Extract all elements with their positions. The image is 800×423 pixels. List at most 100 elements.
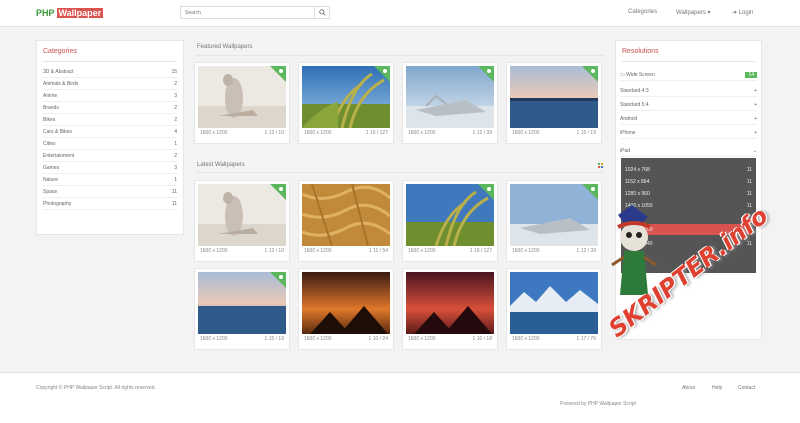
resolution-text: 1600 x 1200 bbox=[512, 336, 540, 342]
category-label: 3D & Abstract bbox=[43, 68, 74, 75]
wallpaper-thumbnail[interactable] bbox=[302, 184, 390, 246]
wallpaper-card[interactable]: 1600 x 1200 1 10 / 24 bbox=[298, 268, 394, 350]
expand-icon: + bbox=[754, 87, 757, 94]
category-item[interactable]: Brands 2 bbox=[43, 102, 177, 114]
wallpaper-thumbnail[interactable] bbox=[406, 66, 494, 128]
category-count: 2 bbox=[174, 116, 177, 123]
resolution-group[interactable]: Standard 5:4 + bbox=[620, 99, 757, 111]
resolution-group-label: iPhone bbox=[620, 129, 636, 136]
resolution-text: 1600 x 1200 bbox=[304, 248, 332, 254]
resolution-group[interactable]: iPhone + bbox=[620, 127, 757, 139]
category-item[interactable]: Games 3 bbox=[43, 162, 177, 174]
wallpaper-thumbnail[interactable] bbox=[510, 66, 598, 128]
resolution-group-label: Android bbox=[620, 115, 638, 122]
resolution-text: 1600 x 1200 bbox=[200, 248, 228, 254]
resolution-group-open[interactable]: iPad ⌄ bbox=[620, 145, 757, 157]
dropdown-item-count: 11 bbox=[746, 178, 752, 185]
wallpaper-image bbox=[510, 272, 598, 334]
nav-wallpapers-label: Wallpapers bbox=[676, 10, 706, 16]
resolution-group[interactable]: Standard 4:3 + bbox=[620, 85, 757, 97]
grid-icon bbox=[598, 163, 603, 168]
wallpaper-card[interactable]: 1600 x 1200 1 17 / 76 bbox=[506, 268, 602, 350]
divider bbox=[195, 55, 605, 56]
dropdown-item[interactable]: 1280 x 960 11 bbox=[625, 188, 752, 199]
footer-link-contact[interactable]: Contact bbox=[738, 385, 755, 391]
wallpaper-thumbnail[interactable] bbox=[198, 184, 286, 246]
wallpaper-card[interactable]: 1600 x 1200 1 11 / 54 bbox=[298, 180, 394, 262]
nav-login[interactable]: ➜ Login bbox=[732, 9, 753, 16]
wallpaper-card[interactable]: 1600 x 1200 1 15 / 19 bbox=[506, 62, 602, 144]
footer-link-help[interactable]: Help bbox=[712, 385, 722, 391]
wallpaper-thumbnail[interactable] bbox=[198, 66, 286, 128]
wallpaper-image bbox=[406, 272, 494, 334]
category-count: 15 bbox=[171, 68, 177, 75]
category-count: 11 bbox=[171, 188, 177, 195]
copyright-text: Copyright © PHP Wallpaper Script. All ri… bbox=[36, 385, 156, 391]
dropdown-item[interactable]: 1152 x 864 11 bbox=[625, 176, 752, 187]
resolution-group[interactable]: Android + bbox=[620, 113, 757, 125]
category-item[interactable]: Cities 1 bbox=[43, 138, 177, 150]
featured-ribbon bbox=[270, 184, 286, 200]
footer-link-about[interactable]: About bbox=[682, 385, 695, 391]
caret-down-icon: ▾ bbox=[707, 10, 711, 16]
wallpaper-card[interactable]: 1600 x 1200 1 10 / 18 bbox=[402, 268, 498, 350]
wallpaper-thumbnail[interactable] bbox=[406, 184, 494, 246]
login-icon: ➜ bbox=[732, 10, 738, 16]
search-input[interactable] bbox=[181, 7, 314, 18]
wallpaper-thumbnail[interactable] bbox=[302, 272, 390, 334]
resolution-text: 1600 x 1200 bbox=[408, 248, 436, 254]
wallpaper-card[interactable]: 1600 x 1200 1 12 / 39 bbox=[402, 62, 498, 144]
divider bbox=[43, 61, 177, 62]
category-count: 2 bbox=[174, 152, 177, 159]
categories-panel: Categories 3D & Abstract 15 Animals & Bir… bbox=[36, 40, 184, 235]
category-item[interactable]: Bikes 2 bbox=[43, 114, 177, 126]
resolution-group-label: Standard 4:3 bbox=[620, 87, 649, 94]
category-item[interactable]: Space 11 bbox=[43, 186, 177, 198]
site-logo[interactable]: PHP Wallpaper bbox=[36, 8, 104, 18]
featured-ribbon bbox=[478, 66, 494, 82]
wallpaper-thumbnail[interactable] bbox=[198, 272, 286, 334]
wallpaper-card[interactable]: 1600 x 1200 1 15 / 19 bbox=[194, 268, 290, 350]
wallpaper-thumbnail[interactable] bbox=[510, 184, 598, 246]
wallpaper-thumbnail[interactable] bbox=[302, 66, 390, 128]
nav-categories[interactable]: Categories bbox=[628, 9, 657, 15]
category-item[interactable]: Nature 1 bbox=[43, 174, 177, 186]
featured-ribbon bbox=[582, 66, 598, 82]
wallpaper-thumbnail[interactable] bbox=[510, 272, 598, 334]
resolution-text: 1600 x 1200 bbox=[200, 336, 228, 342]
wallpaper-card[interactable]: 1600 x 1200 1 13 / 10 bbox=[194, 62, 290, 144]
resolution-group-widescreen[interactable]: ▭ Wide Screen 14 bbox=[620, 69, 757, 81]
category-item[interactable]: 3D & Abstract 15 bbox=[43, 66, 177, 78]
category-item[interactable]: Entertainment 2 bbox=[43, 150, 177, 162]
dropdown-item[interactable]: 1024 x 768 11 bbox=[625, 164, 752, 175]
category-count: 2 bbox=[174, 104, 177, 111]
stats-text: 1 12 / 39 bbox=[576, 248, 596, 254]
category-item[interactable]: Cars & Bikes 4 bbox=[43, 126, 177, 138]
wallpaper-card[interactable]: 1600 x 1200 1 12 / 39 bbox=[506, 180, 602, 262]
wallpaper-card[interactable]: 1600 x 1200 1 19 / 127 bbox=[298, 62, 394, 144]
featured-title: Featured Wallpapers bbox=[197, 44, 253, 50]
category-item[interactable]: Animals & Birds 2 bbox=[43, 78, 177, 90]
search-button[interactable] bbox=[314, 7, 329, 18]
resolution-text: 1600 x 1200 bbox=[512, 130, 540, 136]
stats-text: 1 19 / 127 bbox=[469, 248, 492, 254]
grid-view-icon[interactable] bbox=[598, 163, 603, 168]
category-count: 1 bbox=[174, 140, 177, 147]
divider bbox=[195, 172, 605, 173]
featured-ribbon bbox=[374, 66, 390, 82]
divider bbox=[622, 61, 755, 62]
expand-icon: + bbox=[754, 101, 757, 108]
category-label: Bikes bbox=[43, 116, 56, 123]
wallpaper-card[interactable]: 1600 x 1200 1 19 / 127 bbox=[402, 180, 498, 262]
wallpaper-card[interactable]: 1600 x 1200 1 13 / 10 bbox=[194, 180, 290, 262]
category-count: 2 bbox=[174, 80, 177, 87]
category-label: Cities bbox=[43, 140, 56, 147]
resolution-text: 1600 x 1200 bbox=[408, 130, 436, 136]
resolutions-title: Resolutions bbox=[622, 48, 659, 55]
wallpaper-thumbnail[interactable] bbox=[406, 272, 494, 334]
dropdown-item-count: 11 bbox=[746, 166, 752, 173]
nav-wallpapers[interactable]: Wallpapers ▾ bbox=[676, 9, 710, 16]
category-label: Anime bbox=[43, 92, 58, 99]
category-item[interactable]: Anime 3 bbox=[43, 90, 177, 102]
category-item[interactable]: Photography 11 bbox=[43, 198, 177, 210]
